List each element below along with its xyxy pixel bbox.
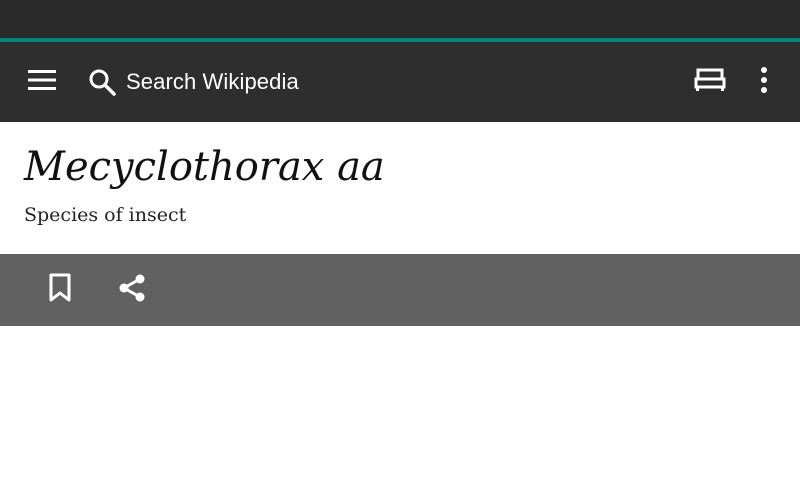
search-placeholder: Search Wikipedia <box>126 69 299 94</box>
navigation-menu-button[interactable] <box>20 60 64 104</box>
more-vert-icon <box>759 66 769 99</box>
hamburger-menu-icon <box>28 66 56 99</box>
save-bookmark-button[interactable] <box>38 268 82 312</box>
app-toolbar: Search Wikipedia <box>0 42 800 122</box>
article-description: Species of insect <box>24 204 187 226</box>
overflow-menu-button[interactable] <box>742 60 786 104</box>
status-bar <box>0 0 800 38</box>
article-title: Mecyclothorax aa <box>24 144 385 190</box>
article-header: Mecyclothorax aa Species of insect <box>0 122 800 254</box>
article-content <box>0 326 800 480</box>
search-icon <box>84 60 120 104</box>
article-action-bar <box>0 254 800 326</box>
bookmark-icon <box>48 273 72 308</box>
search-bar[interactable]: Search Wikipedia <box>84 60 644 104</box>
share-button[interactable] <box>110 268 154 312</box>
reading-lists-button[interactable] <box>688 60 732 104</box>
share-icon <box>117 273 147 308</box>
reading-lists-icon <box>694 66 726 99</box>
